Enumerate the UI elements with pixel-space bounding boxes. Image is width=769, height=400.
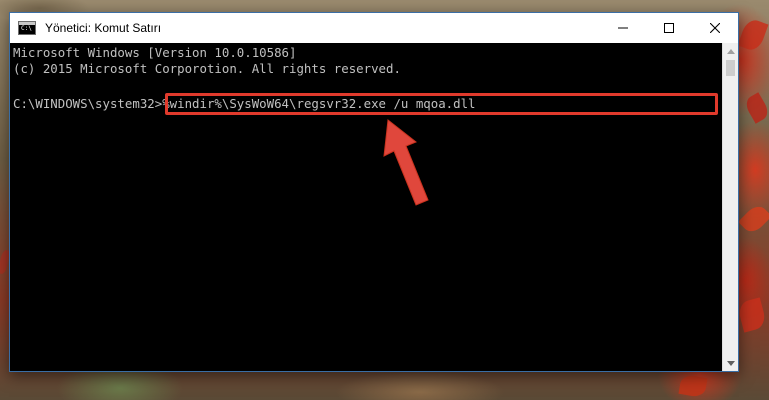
chevron-up-icon bbox=[726, 48, 735, 54]
command-highlight-box bbox=[165, 93, 718, 115]
chevron-down-icon bbox=[726, 360, 735, 366]
console-icon[interactable]: C:\ bbox=[18, 21, 36, 35]
maximize-icon bbox=[664, 23, 674, 33]
close-icon bbox=[710, 23, 720, 33]
console-prompt: C:\WINDOWS\system32> bbox=[13, 96, 163, 111]
close-button[interactable] bbox=[692, 13, 738, 43]
console-output[interactable]: Microsoft Windows [Version 10.0.10586] (… bbox=[10, 43, 722, 371]
pointer-arrow-icon bbox=[383, 119, 429, 206]
background-leaf bbox=[736, 297, 768, 333]
minimize-icon bbox=[618, 27, 628, 29]
title-bar[interactable]: C:\ Yönetici: Komut Satırı bbox=[10, 13, 738, 43]
background-leaf bbox=[742, 92, 769, 124]
scroll-thumb[interactable] bbox=[726, 60, 735, 76]
console-line: Microsoft Windows [Version 10.0.10586] bbox=[13, 45, 297, 60]
console-line: (c) 2015 Microsoft Corporotion. All righ… bbox=[13, 61, 401, 76]
background-leaf bbox=[737, 17, 769, 53]
command-prompt-window[interactable]: C:\ Yönetici: Komut Satırı Microsoft Win… bbox=[9, 12, 739, 372]
vertical-scrollbar[interactable] bbox=[722, 43, 738, 371]
minimize-button[interactable] bbox=[600, 13, 646, 43]
background-leaf bbox=[738, 202, 769, 236]
window-title: Yönetici: Komut Satırı bbox=[45, 21, 162, 35]
scroll-down-button[interactable] bbox=[723, 355, 738, 371]
background-leaf bbox=[678, 373, 708, 399]
maximize-button[interactable] bbox=[646, 13, 692, 43]
console-icon-glyph: C:\ bbox=[21, 25, 32, 32]
scroll-up-button[interactable] bbox=[723, 43, 738, 59]
